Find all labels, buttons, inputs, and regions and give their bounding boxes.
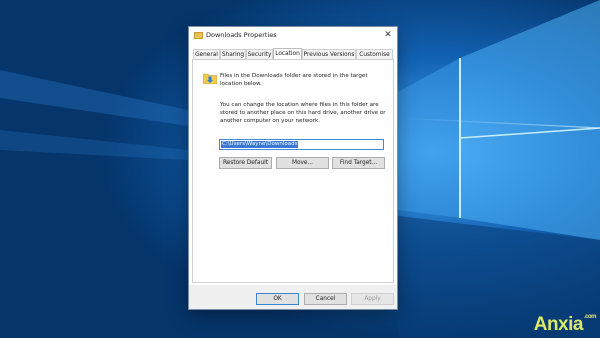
cancel-button[interactable]: Cancel <box>304 293 347 305</box>
restore-default-button[interactable]: Restore Default <box>219 157 272 169</box>
location-description: You can change the location where files … <box>220 102 386 124</box>
dialog-titlebar[interactable]: Downloads Properties ✕ <box>189 27 397 45</box>
dialog-footer: OK Cancel Apply <box>189 285 397 309</box>
close-button[interactable]: ✕ <box>381 29 395 42</box>
properties-dialog: Downloads Properties ✕ General Sharing S… <box>188 26 398 310</box>
tab-sharing[interactable]: Sharing <box>220 49 246 59</box>
dialog-title: Downloads Properties <box>206 31 277 39</box>
find-target-button[interactable]: Find Target... <box>332 157 385 169</box>
downloads-folder-icon <box>203 73 217 84</box>
tab-bar: General Sharing Security Location Previo… <box>193 48 393 60</box>
watermark-logo: Anxia.com <box>533 314 597 335</box>
folder-icon <box>194 32 203 39</box>
tab-customise[interactable]: Customise <box>356 49 393 59</box>
target-path-selection: C:\Users\Wayne\Downloads <box>221 141 299 148</box>
tab-general[interactable]: General <box>193 49 220 59</box>
apply-button[interactable]: Apply <box>351 293 394 305</box>
location-panel: Files in the Downloads folder are stored… <box>192 59 394 283</box>
move-button[interactable]: Move... <box>276 157 329 169</box>
location-info-text: Files in the Downloads folder are stored… <box>220 73 368 87</box>
tab-security[interactable]: Security <box>246 49 273 59</box>
ok-button[interactable]: OK <box>256 293 299 305</box>
tab-previous-versions[interactable]: Previous Versions <box>302 49 356 59</box>
